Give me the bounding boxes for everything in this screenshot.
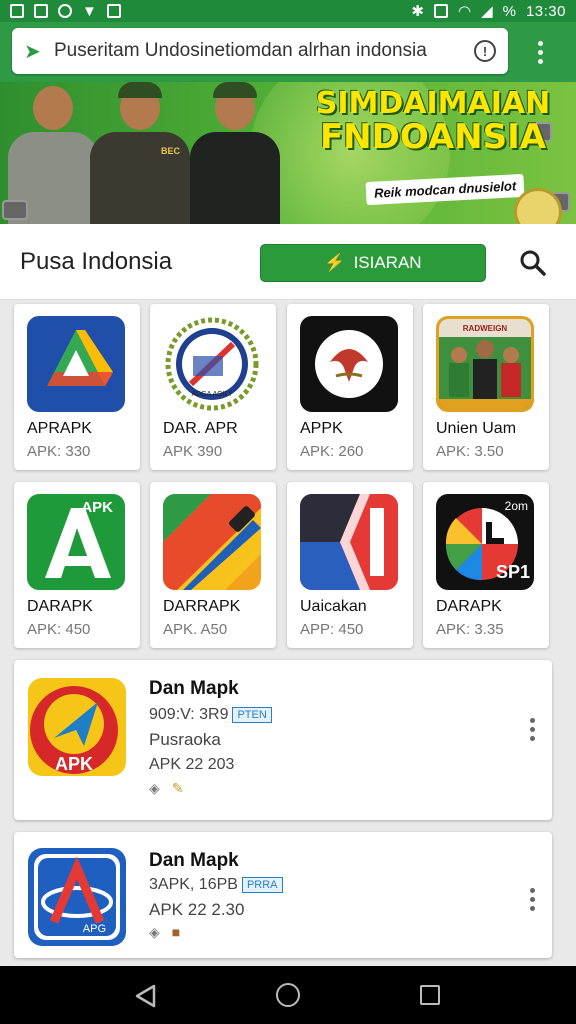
green-a-icon: APK [27,494,125,590]
version-badge: PTEN [232,706,272,723]
app-name: DAR. APR [163,420,238,437]
banner-person [190,82,280,224]
image-notification-icon [10,4,24,18]
app-tile[interactable]: APK DARAPK APK: 450 [14,482,140,648]
promo-banner[interactable]: BEC SIMDAIMAIAN FNDOANSIA [0,82,576,224]
team-banner-text: RADWEIGN [463,324,508,333]
app-name: DARAPK [436,598,502,615]
home-icon[interactable] [276,983,300,1007]
app-tile[interactable]: APRAPK APK: 330 [14,304,140,470]
app-meta: APP: 450 [300,621,364,638]
page-title: Pusa Indonsia [20,248,173,275]
pie-sp-icon: 2om SP1 [436,494,534,590]
app-tile[interactable]: Uaicakan APP: 450 [287,482,413,648]
app-size: APK 22 2.30 [149,900,245,919]
list-item[interactable]: APK Dan Mapk 909:V: 3R9 PTEN Pusraoka APK… [14,660,552,820]
url-text[interactable]: Puseritam Undosinetiomdan alrhan indonsi… [54,40,474,62]
app-meta: APK 390 [163,443,223,460]
app-version: 909:V: 3R9 PTEN [149,706,272,724]
version-badge: PRRA [241,876,283,893]
section-header: Pusa Indonsia ⚡ ISIARAN [0,224,576,300]
address-bar[interactable]: ➤ Puseritam Undosinetiomdan alrhan indon… [12,28,508,74]
app-title: Dan Mapk [149,678,239,699]
icon-sp-text: SP1 [496,562,530,582]
item-menu-button[interactable] [522,714,542,744]
site-info-icon[interactable]: ! [474,40,496,62]
app-name: APRAPK [27,420,92,437]
app-version: 3APK, 16PB PRRA [149,876,283,894]
icon-corner-text: 2om [505,499,528,513]
red-blue-k-icon [300,494,398,590]
bluetooth-icon: ✱ [411,3,424,20]
drive-triangle-icon [27,316,125,412]
broadcast-button-label: ISIARAN [353,253,422,272]
controller-icon: ◈ [149,780,160,796]
app-meta: APK. A50 [163,621,228,638]
recents-icon[interactable] [420,985,440,1005]
app-meta: APK: 3.50 [436,443,504,460]
list-item[interactable]: APG Dan Mapk 3APK, 16PB PRRA APK 22 2.30 … [14,832,552,958]
broadcast-button[interactable]: ⚡ ISIARAN [260,244,486,282]
lightning-icon: ⚡ [324,253,346,272]
search-icon[interactable] [518,248,548,278]
vibrate-icon [433,4,448,18]
emblem-text: ADGA AGILY [191,391,232,398]
colorful-stripes-icon [163,494,261,590]
a-logo-icon: APG [28,848,126,946]
app-meta: APK: 450 [27,621,91,638]
item-menu-button[interactable] [522,884,542,914]
app-tile[interactable]: DARRAPK APK. A50 [150,482,276,648]
app-name: DARRAPK [163,598,241,615]
banner-person: BEC [90,82,190,224]
app-title: Dan Mapk [149,850,239,871]
app-size: APK 22 203 [149,756,235,773]
banner-shirt-badge: BEC [160,146,180,156]
app-meta: APK: 3.35 [436,621,504,638]
app-tile[interactable]: APPK APK: 260 [287,304,413,470]
app-name: DARAPK [27,598,93,615]
app-meta: APK: 330 [27,443,91,460]
app-meta: APK: 260 [300,443,364,460]
team-photo-icon: RADWEIGN [436,316,534,412]
app-name: Uaicakan [300,598,367,615]
wifi-notification-icon: ▼ [82,2,97,20]
status-bar: ▼ ✱ ◠ ◢ % 13:30 [0,0,576,22]
icon-corner-text: APG [83,923,106,935]
apk-label: APK [55,754,93,774]
clock-time: 13:30 [525,2,566,20]
icon-label: APK [81,499,113,516]
app-name: APPK [300,420,343,437]
back-icon[interactable] [134,984,158,1008]
app-tile[interactable]: RADWEIGN Unien Uam APK: 3.50 [423,304,549,470]
app-tile[interactable]: ADGA AGILY DAR. APR APK 390 [150,304,276,470]
app-publisher: Pusraoka [149,730,221,749]
speaker-icon [2,200,28,220]
navigate-arrow-icon: ➤ [24,40,41,63]
signal-icon: ◢ [481,3,493,20]
system-navigation-bar [0,966,576,1024]
wifi-icon: ◠ [457,3,472,20]
banner-title: SIMDAIMAIAN FNDOANSIA [315,86,551,157]
edit-notification-icon [106,4,121,18]
app-tile[interactable]: 2om SP1 DARAPK APK: 3.35 [423,482,549,648]
emblem-pen-icon: ADGA AGILY [163,316,261,412]
save-notification-icon [34,4,48,18]
sync-notification-icon [58,4,72,18]
box-icon: ■ [171,924,181,940]
battery-icon: % [502,2,516,20]
controller-icon: ◈ [149,924,160,940]
apk-arrow-icon: APK [28,678,126,776]
tag-icon: ✎ [171,780,184,796]
browser-toolbar: ➤ Puseritam Undosinetiomdan alrhan indon… [0,22,576,82]
browser-menu-button[interactable] [528,34,552,70]
garuda-icon [300,316,398,412]
app-name: Unien Uam [436,420,517,437]
